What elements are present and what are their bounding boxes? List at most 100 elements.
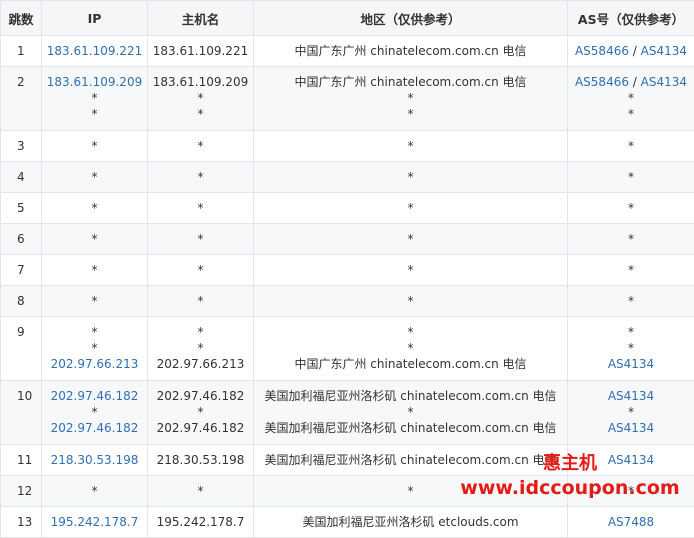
as-line: AS4134 (568, 420, 694, 436)
region-cell: * (254, 131, 568, 162)
ip-link[interactable]: 183.61.109.209 (42, 74, 147, 90)
table-row: 8**** (1, 286, 694, 317)
hostname-text: * (148, 262, 253, 278)
hop-number: 12 (1, 476, 42, 507)
as-link: * (628, 484, 634, 498)
as-link[interactable]: AS4134 (608, 453, 654, 467)
header-hop: 跳数 (1, 1, 42, 36)
ip-cell: * (42, 224, 148, 255)
as-line: * (568, 324, 694, 340)
table-row: 3**** (1, 131, 694, 162)
hostname-text: * (148, 138, 253, 154)
region-text: 美国加利福尼亚州洛杉矶 etclouds.com (254, 514, 567, 530)
region-text: 美国加利福尼亚州洛杉矶 chinatelecom.com.cn 电信 (254, 420, 567, 436)
table-body: 1183.61.109.221183.61.109.221中国广东广州 chin… (1, 36, 694, 538)
as-cell: AS4134*AS4134 (568, 381, 694, 445)
hostname-text: * (148, 293, 253, 309)
hostname-cell: * (148, 476, 254, 507)
hop-number: 4 (1, 162, 42, 193)
as-separator: / (629, 44, 641, 58)
region-text: 中国广东广州 chinatelecom.com.cn 电信 (254, 356, 567, 372)
as-link[interactable]: AS4134 (641, 44, 687, 58)
hostname-text: * (148, 324, 253, 340)
ip-link[interactable]: 202.97.66.213 (42, 356, 147, 372)
hop-number: 7 (1, 255, 42, 286)
hostname-cell: * (148, 255, 254, 286)
hop-number: 6 (1, 224, 42, 255)
table-row: 7**** (1, 255, 694, 286)
region-cell: * (254, 286, 568, 317)
as-link[interactable]: AS4134 (608, 421, 654, 435)
region-text: * (254, 324, 567, 340)
table-row: 2183.61.109.209**183.61.109.209**中国广东广州 … (1, 67, 694, 131)
as-line: AS4134 (568, 388, 694, 404)
hostname-cell: 195.242.178.7 (148, 507, 254, 538)
as-line: * (568, 90, 694, 106)
ip-cell: * (42, 193, 148, 224)
hostname-cell: 183.61.109.209** (148, 67, 254, 131)
hostname-cell: * (148, 286, 254, 317)
as-cell: AS58466 / AS4134 (568, 36, 694, 67)
hostname-text: 183.61.109.221 (148, 43, 253, 59)
ip-link[interactable]: 218.30.53.198 (42, 452, 147, 468)
as-cell: AS7488 (568, 507, 694, 538)
as-cell: * (568, 131, 694, 162)
as-cell: * (568, 193, 694, 224)
as-link[interactable]: AS4134 (608, 357, 654, 371)
hostname-text: 202.97.46.182 (148, 388, 253, 404)
ip-cell: 195.242.178.7 (42, 507, 148, 538)
as-line: AS58466 / AS4134 (568, 74, 694, 90)
hostname-cell: **202.97.66.213 (148, 317, 254, 381)
as-link: * (628, 170, 634, 184)
as-link: * (628, 294, 634, 308)
hop-number: 3 (1, 131, 42, 162)
hostname-text: * (148, 200, 253, 216)
ip-cell: 218.30.53.198 (42, 445, 148, 476)
ip-link[interactable]: 195.242.178.7 (42, 514, 147, 530)
hostname-text: * (148, 106, 253, 122)
hostname-cell: 183.61.109.221 (148, 36, 254, 67)
region-cell: * (254, 476, 568, 507)
as-link: * (628, 139, 634, 153)
region-text: * (254, 90, 567, 106)
as-line: * (568, 340, 694, 356)
ip-link[interactable]: 202.97.46.182 (42, 388, 147, 404)
ip-link: * (42, 231, 147, 247)
as-link[interactable]: AS7488 (608, 515, 654, 529)
hostname-cell: * (148, 224, 254, 255)
as-link[interactable]: AS4134 (608, 389, 654, 403)
region-cell: 美国加利福尼亚州洛杉矶 chinatelecom.com.cn 电信*美国加利福… (254, 381, 568, 445)
as-line: * (568, 231, 694, 247)
as-link: * (628, 107, 634, 121)
table-row: 9**202.97.66.213**202.97.66.213**中国广东广州 … (1, 317, 694, 381)
region-text: * (254, 293, 567, 309)
as-line: * (568, 262, 694, 278)
as-cell: AS58466 / AS4134** (568, 67, 694, 131)
as-cell: **AS4134 (568, 317, 694, 381)
ip-link: * (42, 262, 147, 278)
ip-link[interactable]: 183.61.109.221 (42, 43, 147, 59)
as-link[interactable]: AS4134 (641, 75, 687, 89)
hop-number: 11 (1, 445, 42, 476)
hostname-text: 195.242.178.7 (148, 514, 253, 530)
region-text: 美国加利福尼亚州洛杉矶 chinatelecom.com.cn 电信 (254, 452, 567, 468)
as-line: * (568, 138, 694, 154)
ip-link[interactable]: 202.97.46.182 (42, 420, 147, 436)
as-link[interactable]: AS58466 (575, 44, 629, 58)
header-ip: IP (42, 1, 148, 36)
as-cell: * (568, 224, 694, 255)
as-line: * (568, 106, 694, 122)
traceroute-table: 跳数 IP 主机名 地区（仅供参考） AS号（仅供参考） 1183.61.109… (0, 0, 694, 538)
hostname-text: * (148, 90, 253, 106)
table-row: 5**** (1, 193, 694, 224)
header-region: 地区（仅供参考） (254, 1, 568, 36)
hop-number: 5 (1, 193, 42, 224)
as-cell: * (568, 476, 694, 507)
as-link[interactable]: AS58466 (575, 75, 629, 89)
hop-number: 8 (1, 286, 42, 317)
as-cell: AS4134 (568, 445, 694, 476)
region-text: * (254, 169, 567, 185)
region-text: 中国广东广州 chinatelecom.com.cn 电信 (254, 43, 567, 59)
region-text: * (254, 404, 567, 420)
region-text: * (254, 231, 567, 247)
